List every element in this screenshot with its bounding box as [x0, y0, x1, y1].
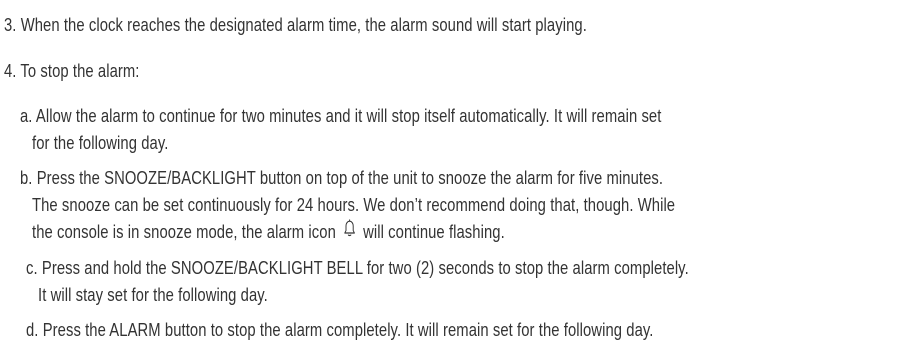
substep-b-line-2: The snooze can be set continuously for 2… — [32, 194, 676, 215]
substep-c-line-2: It will stay set for the following day. — [38, 284, 268, 305]
bell-icon — [342, 218, 356, 244]
substep-b-line-3-after-icon: will continue flashing. — [363, 221, 505, 242]
instruction-page: 3. When the clock reaches the designated… — [0, 0, 923, 346]
substep-b-line-3-before-icon: the console is in snooze mode, the alarm… — [32, 221, 336, 242]
substep-a-line-1: a. Allow the alarm to continue for two m… — [20, 105, 662, 126]
substep-c-line-1: c. Press and hold the SNOOZE/BACKLIGHT B… — [26, 257, 689, 278]
step-3-text: 3. When the clock reaches the designated… — [4, 14, 587, 35]
substep-d-line-1: d. Press the ALARM button to stop the al… — [26, 319, 654, 340]
substep-b-line-1: b. Press the SNOOZE/BACKLIGHT button on … — [20, 167, 664, 188]
substep-b-line-3: the console is in snooze mode, the alarm… — [32, 218, 505, 246]
substep-a-line-2: for the following day. — [32, 132, 169, 153]
step-4-text: 4. To stop the alarm: — [4, 60, 140, 81]
